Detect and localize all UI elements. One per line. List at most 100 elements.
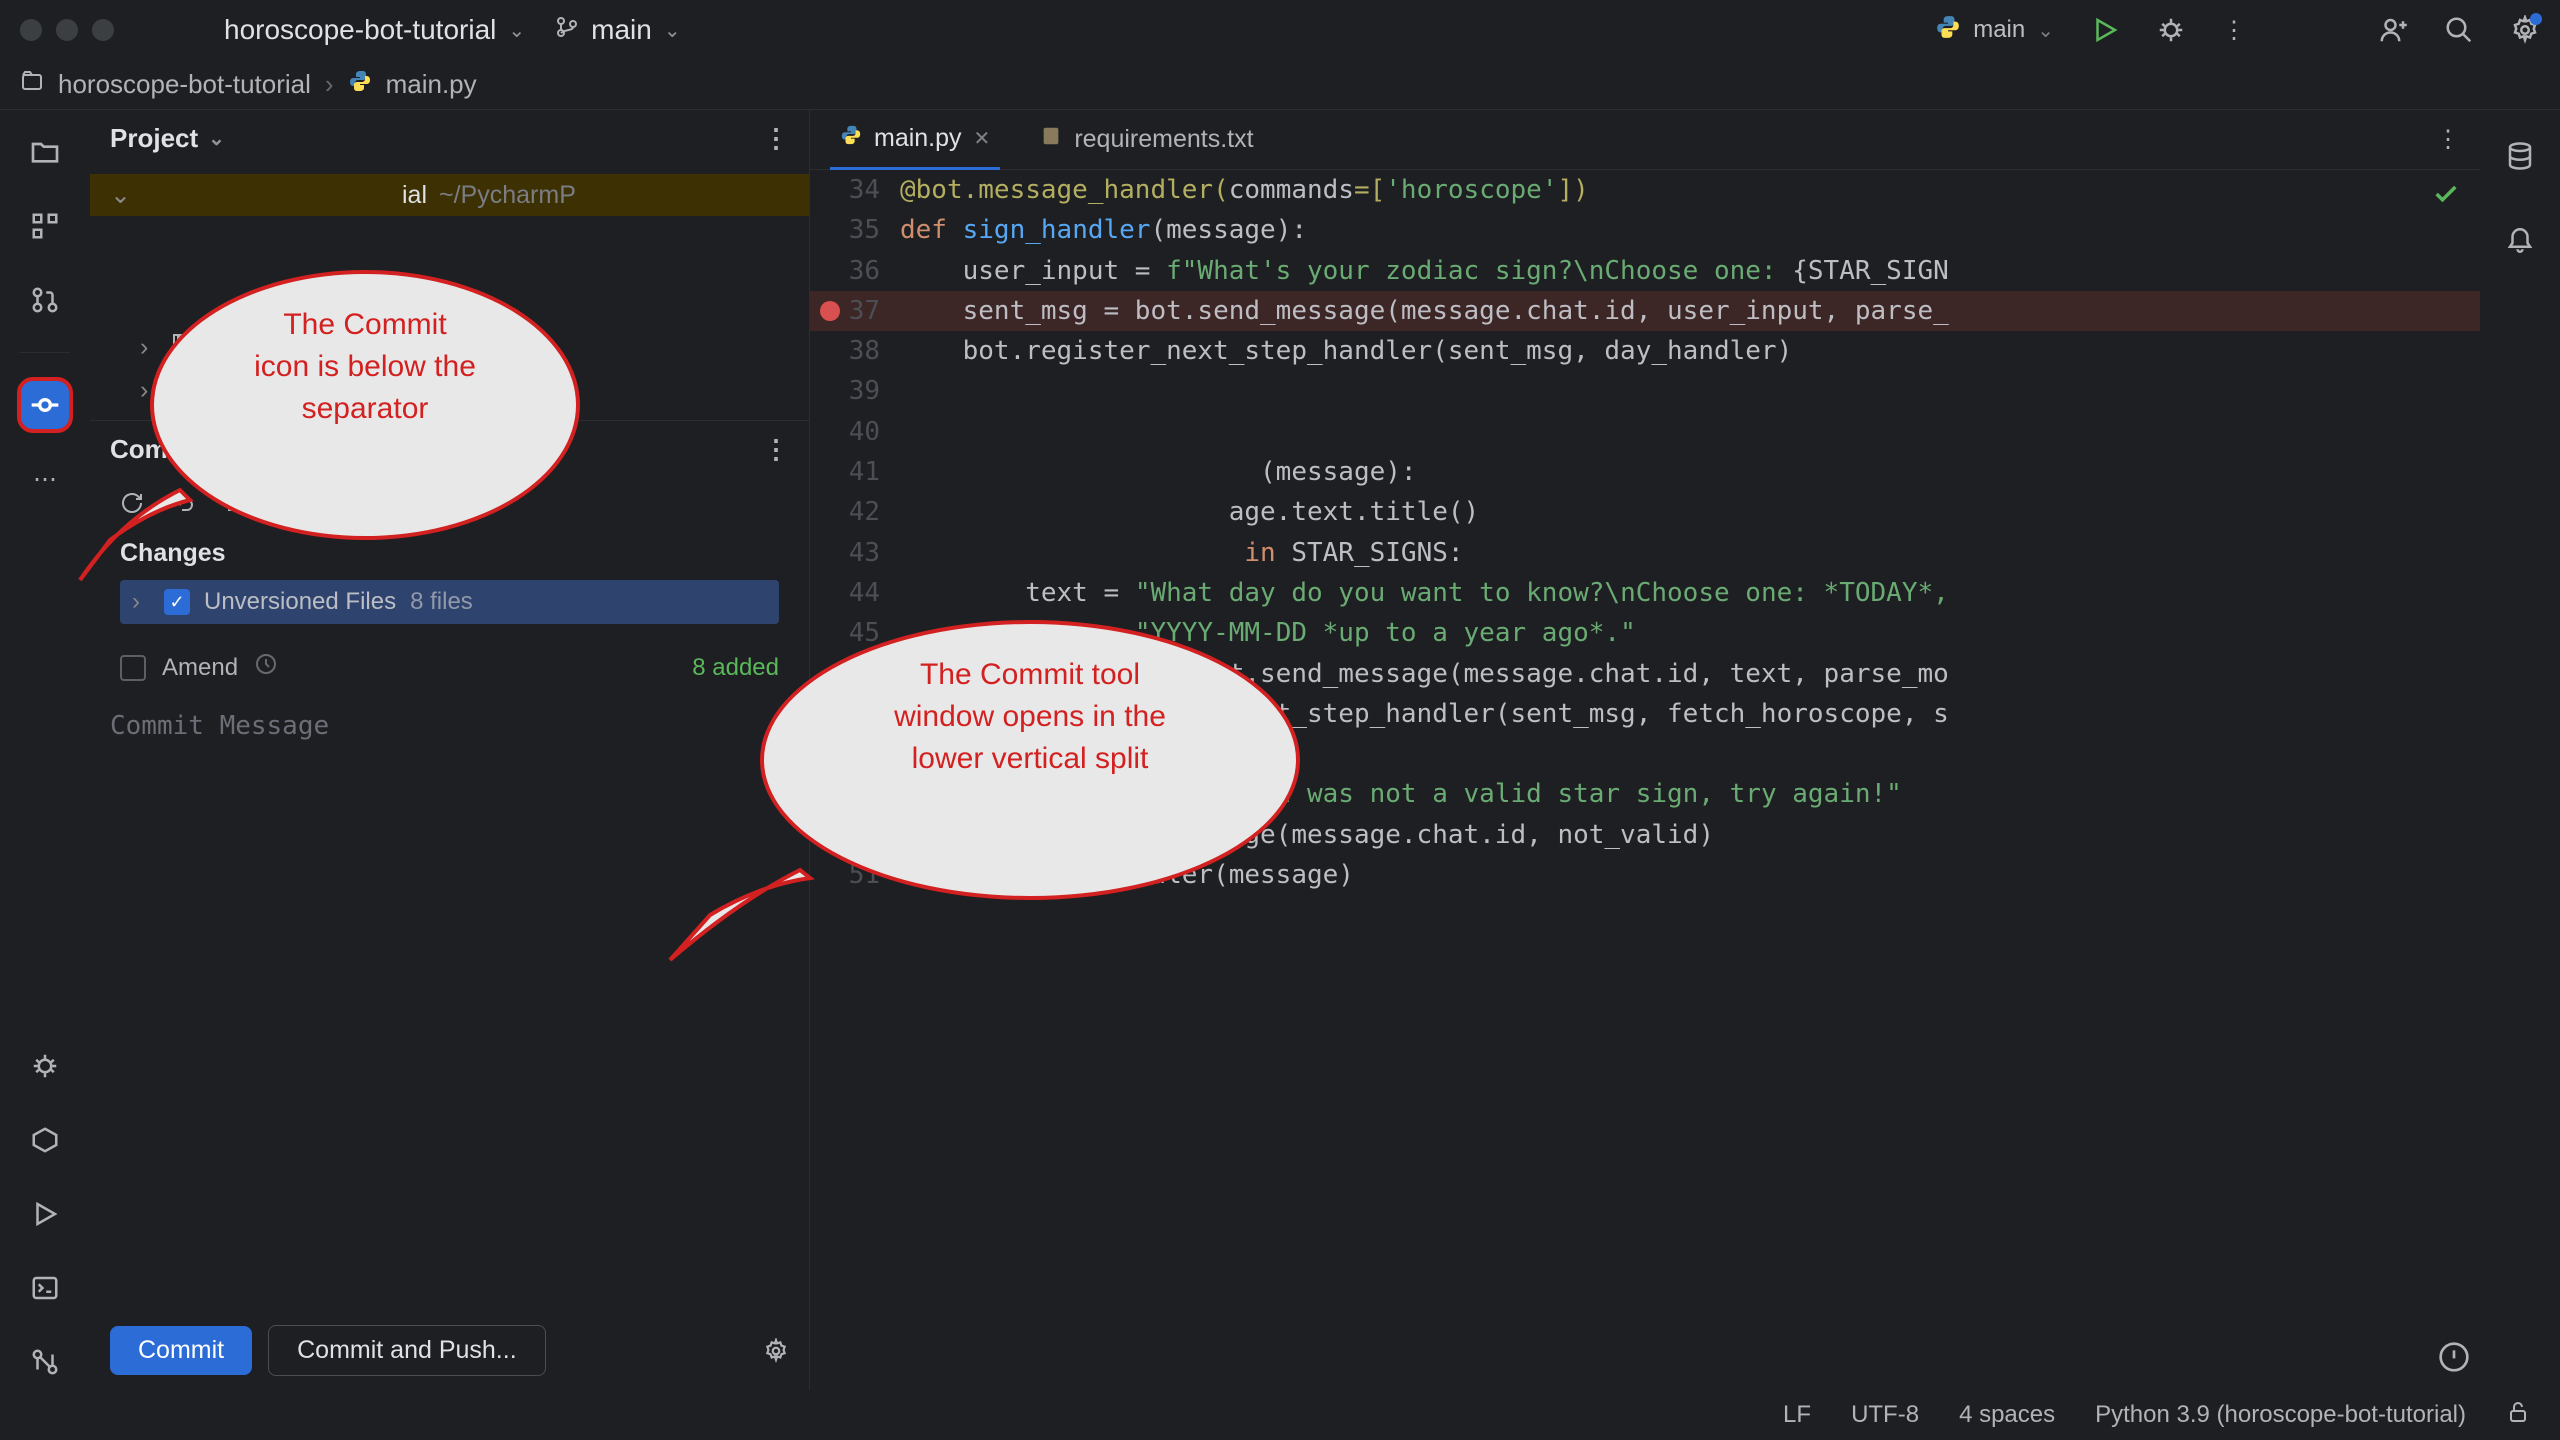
chevron-down-icon[interactable]: ⌄: [208, 126, 225, 151]
tab-requirements[interactable]: requirements.txt: [1030, 111, 1263, 168]
problems-indicator-icon[interactable]: [2438, 1341, 2470, 1380]
tab-options-icon[interactable]: ⋮: [2436, 125, 2480, 154]
database-tool-button[interactable]: [2492, 128, 2548, 184]
chevron-down-icon: ⌄: [110, 180, 128, 210]
project-panel-title: Project: [110, 123, 198, 154]
run-config-selector[interactable]: main ⌄: [1935, 14, 2054, 47]
code-line[interactable]: 35def sign_handler(message):: [810, 210, 2480, 250]
code-text: @bot.message_handler(commands=['horoscop…: [900, 170, 2480, 210]
inspection-ok-icon[interactable]: [2432, 180, 2460, 220]
code-line[interactable]: 36 user_input = f"What's your zodiac sig…: [810, 251, 2480, 291]
project-panel-header: Project ⌄ ⋮: [90, 110, 809, 166]
callout-text: lower vertical split: [804, 738, 1256, 780]
commit-tool-button[interactable]: [17, 377, 73, 433]
run-tool-button[interactable]: [17, 1186, 73, 1242]
indent-setting[interactable]: 4 spaces: [1959, 1401, 2055, 1429]
unversioned-files-row[interactable]: › ✓ Unversioned Files 8 files: [120, 580, 779, 624]
line-number: 34: [810, 170, 900, 210]
status-bar: LF UTF-8 4 spaces Python 3.9 (horoscope-…: [0, 1390, 2560, 1440]
line-number: 36: [810, 251, 900, 291]
more-menu-icon[interactable]: ⋮: [2222, 16, 2246, 45]
python-packages-tool-button[interactable]: [17, 1112, 73, 1168]
panel-options-icon[interactable]: ⋮: [763, 434, 789, 465]
callout-text: icon is below the: [194, 346, 536, 388]
history-icon[interactable]: [254, 652, 278, 683]
line-number: 35: [810, 210, 900, 250]
breadcrumb: horoscope-bot-tutorial › main.py: [0, 60, 2560, 110]
terminal-tool-button[interactable]: [17, 1260, 73, 1316]
tab-main-py[interactable]: main.py ✕: [830, 110, 1000, 170]
branch-name: main: [591, 14, 652, 46]
branch-selector[interactable]: main ⌄: [555, 14, 680, 46]
breadcrumb-separator-icon: ›: [325, 69, 334, 100]
run-config-name: main: [1973, 16, 2025, 44]
amend-checkbox[interactable]: [120, 655, 146, 681]
right-toolbar: [2480, 110, 2560, 1390]
tab-label: main.py: [874, 124, 962, 153]
code-line[interactable]: 34@bot.message_handler(commands=['horosc…: [810, 170, 2480, 210]
maximize-window-icon[interactable]: [92, 19, 114, 41]
commit-settings-icon[interactable]: [763, 1338, 789, 1364]
breadcrumb-file[interactable]: main.py: [386, 69, 477, 100]
changes-heading: Changes: [120, 539, 779, 568]
notifications-tool-button[interactable]: [2492, 210, 2548, 266]
code-line[interactable]: 38 bot.register_next_step_handler(sent_m…: [810, 331, 2480, 371]
commit-message-input[interactable]: Commit Message: [90, 701, 809, 1311]
tab-label: requirements.txt: [1074, 125, 1253, 154]
file-encoding[interactable]: UTF-8: [1851, 1401, 1919, 1429]
minimize-window-icon[interactable]: [56, 19, 78, 41]
code-line[interactable]: 39: [810, 371, 2480, 411]
code-text: def sign_handler(message):: [900, 210, 2480, 250]
code-line[interactable]: 37 sent_msg = bot.send_message(message.c…: [810, 291, 2480, 331]
lock-icon[interactable]: [2506, 1400, 2530, 1431]
project-tool-button[interactable]: [17, 124, 73, 180]
chevron-down-icon: ⌄: [508, 18, 525, 43]
project-selector[interactable]: horoscope-bot-tutorial ⌄: [224, 14, 525, 46]
code-text: bot.register_next_step_handler(sent_msg,…: [900, 331, 2480, 371]
code-text: [900, 412, 2480, 452]
callout-text: The Commit tool: [804, 654, 1256, 696]
callout-tail-icon: [660, 860, 820, 980]
chevron-down-icon: ⌄: [2037, 18, 2054, 43]
title-bar: horoscope-bot-tutorial ⌄ main ⌄ main ⌄ ⋮: [0, 0, 2560, 60]
code-line[interactable]: 40: [810, 412, 2480, 452]
debug-button[interactable]: [2156, 15, 2186, 45]
code-line[interactable]: 43 in STAR_SIGNS:: [810, 533, 2480, 573]
line-ending[interactable]: LF: [1783, 1401, 1811, 1429]
debug-tool-button[interactable]: [17, 1038, 73, 1094]
callout-text: The Commit: [194, 304, 536, 346]
line-number: 38: [810, 331, 900, 371]
python-interpreter[interactable]: Python 3.9 (horoscope-bot-tutorial): [2095, 1401, 2466, 1429]
code-text: (message):: [900, 452, 2480, 492]
text-file-icon: [1040, 125, 1062, 154]
code-with-me-icon[interactable]: [2378, 15, 2408, 45]
code-text: sent_msg = bot.send_message(message.chat…: [900, 291, 2480, 331]
search-icon[interactable]: [2444, 15, 2474, 45]
run-button[interactable]: [2090, 15, 2120, 45]
settings-icon[interactable]: [2510, 15, 2540, 45]
commit-button[interactable]: Commit: [110, 1326, 252, 1375]
panel-options-icon[interactable]: ⋮: [763, 123, 789, 154]
tree-row-root[interactable]: ⌄ xxxxxxxxxxxxxxxxxxxx ial ~/PycharmP: [90, 174, 809, 216]
pull-requests-tool-button[interactable]: [17, 272, 73, 328]
tree-root-partial: ial: [402, 181, 427, 210]
left-toolbar: ⋯: [0, 110, 90, 1390]
breadcrumb-root[interactable]: horoscope-bot-tutorial: [58, 69, 311, 100]
close-tab-icon[interactable]: ✕: [974, 126, 991, 151]
line-number: 40: [810, 412, 900, 452]
branch-icon: [555, 14, 579, 46]
code-line[interactable]: 44 text = "What day do you want to know?…: [810, 573, 2480, 613]
structure-tool-button[interactable]: [17, 198, 73, 254]
code-line[interactable]: 42 age.text.title(): [810, 492, 2480, 532]
close-window-icon[interactable]: [20, 19, 42, 41]
breakpoint-icon[interactable]: [820, 301, 840, 321]
line-number: 39: [810, 371, 900, 411]
commit-and-push-button[interactable]: Commit and Push...: [268, 1325, 546, 1376]
project-name: horoscope-bot-tutorial: [224, 14, 496, 46]
code-line[interactable]: 41 (message):: [810, 452, 2480, 492]
code-text: age.text.title(): [900, 492, 2480, 532]
code-text: text = "What day do you want to know?\nC…: [900, 573, 2480, 613]
git-tool-button[interactable]: [17, 1334, 73, 1390]
editor-tabs: main.py ✕ requirements.txt ⋮: [810, 110, 2480, 170]
code-text: [900, 371, 2480, 411]
